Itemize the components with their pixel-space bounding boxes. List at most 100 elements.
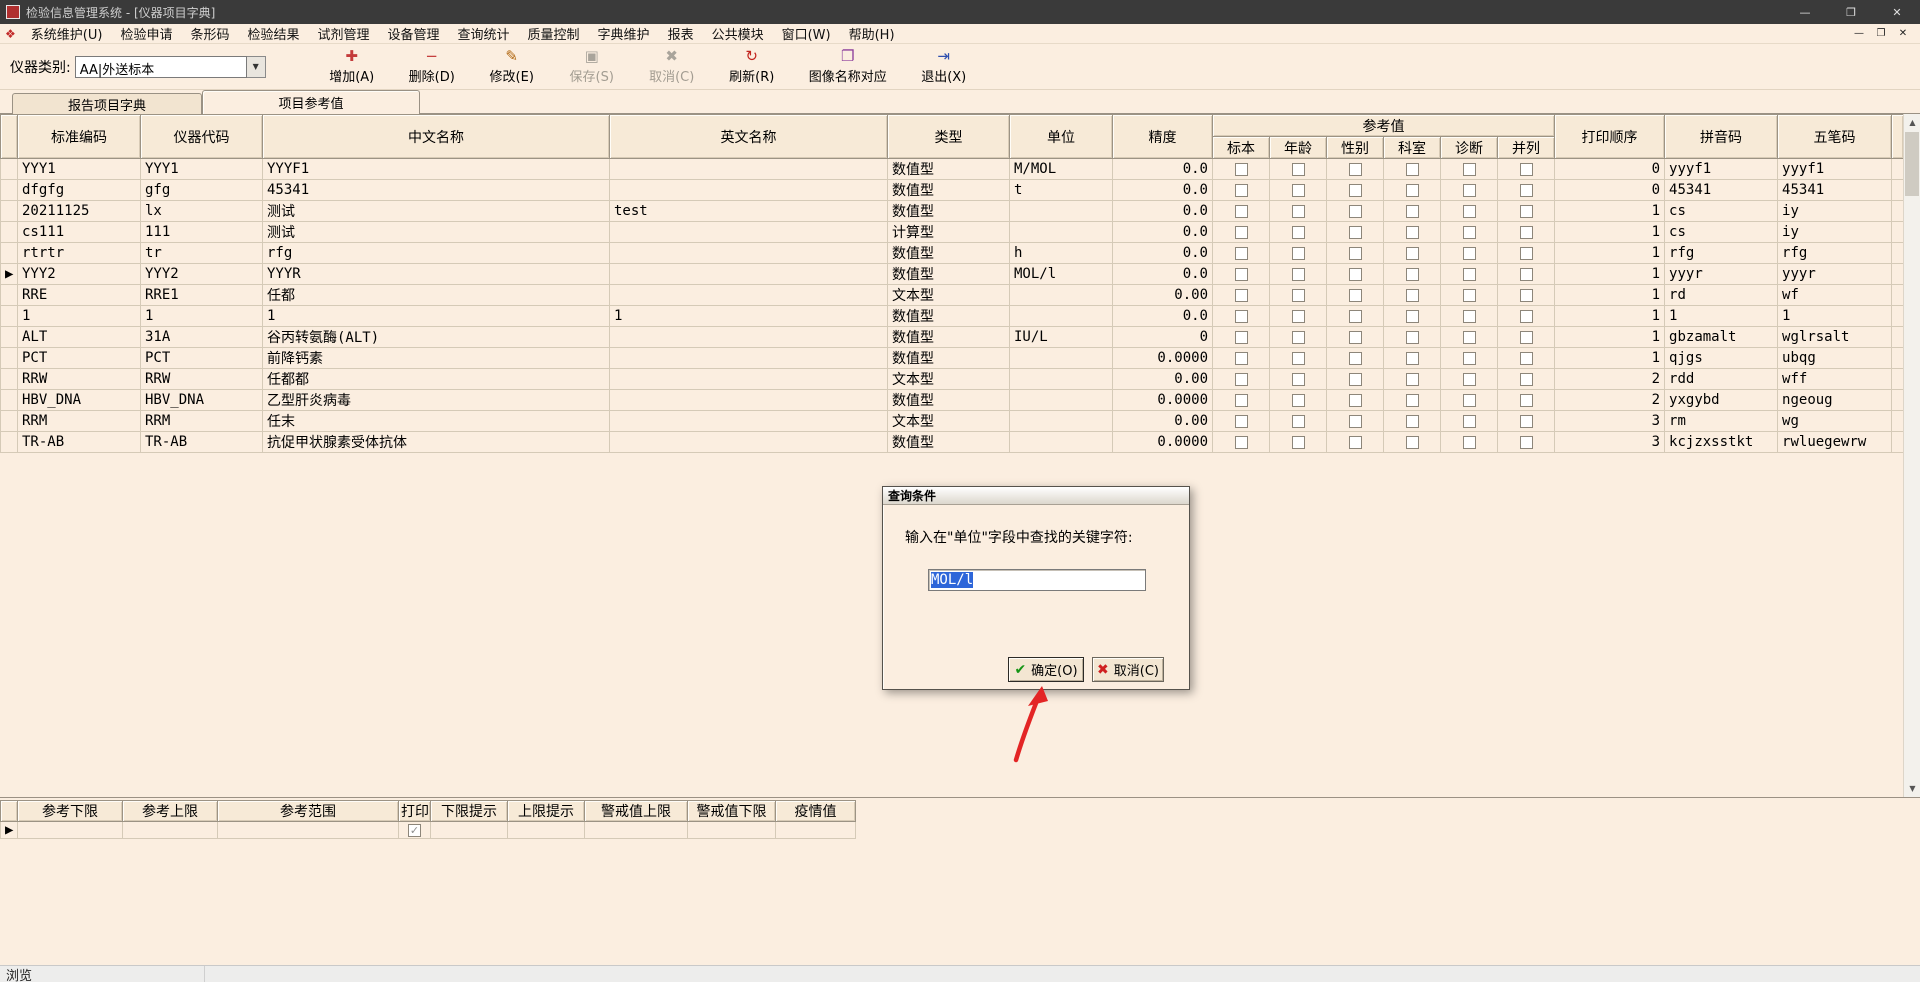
parallel-checkbox[interactable] <box>1519 330 1533 344</box>
department-checkbox[interactable] <box>1405 393 1419 407</box>
cell-unit[interactable] <box>1009 410 1113 432</box>
parallel-checkbox[interactable] <box>1519 183 1533 197</box>
tab-report-item-dictionary[interactable]: 报告项目字典 <box>12 93 202 114</box>
table-row[interactable]: YYY1 YYY1 YYYF1 数值型 M/MOL 0.0 0 yyyf1 yyyf1 <box>0 158 1905 180</box>
department-checkbox[interactable] <box>1405 267 1419 281</box>
cell-type[interactable]: 数值型 <box>887 200 1010 222</box>
parallel-checkbox[interactable] <box>1519 225 1533 239</box>
mdi-close-button[interactable]: ✕ <box>1892 26 1914 42</box>
cell-english-name[interactable] <box>609 431 888 453</box>
cell-alert-upper-limit[interactable] <box>584 821 688 839</box>
cell-unit[interactable] <box>1009 200 1113 222</box>
specimen-checkbox[interactable] <box>1234 288 1248 302</box>
cell-instrument-code[interactable]: YYY1 <box>140 158 263 180</box>
cell-standard-code[interactable]: dfgfg <box>17 179 141 201</box>
cell-english-name[interactable] <box>609 389 888 411</box>
vertical-scrollbar[interactable]: ▲ ▼ <box>1903 114 1920 797</box>
cell-english-name[interactable] <box>609 284 888 306</box>
sex-checkbox[interactable] <box>1348 393 1362 407</box>
department-checkbox[interactable] <box>1405 225 1419 239</box>
cell-unit[interactable] <box>1009 221 1113 243</box>
table-row[interactable]: 1 1 1 1 数值型 0.0 1 1 1 <box>0 305 1905 327</box>
cell-precision[interactable]: 0.0 <box>1112 200 1213 222</box>
cell-instrument-code[interactable]: PCT <box>140 347 263 369</box>
age-checkbox[interactable] <box>1291 225 1305 239</box>
sex-checkbox[interactable] <box>1348 204 1362 218</box>
cell-instrument-code[interactable]: RRM <box>140 410 263 432</box>
sex-checkbox[interactable] <box>1348 372 1362 386</box>
cell-pinyin-code[interactable]: rm <box>1664 410 1779 432</box>
cell-english-name[interactable] <box>609 263 888 285</box>
cell-wubi-code[interactable]: rfg <box>1777 242 1893 264</box>
sex-checkbox[interactable] <box>1348 183 1362 197</box>
cell-unit[interactable]: t <box>1009 179 1113 201</box>
cell-precision[interactable]: 0.0 <box>1112 263 1213 285</box>
specimen-checkbox[interactable] <box>1234 393 1248 407</box>
exit-button[interactable]: ⇥ 退出(X) <box>904 46 984 88</box>
cell-english-name[interactable] <box>609 326 888 348</box>
cell-type[interactable]: 数值型 <box>887 305 1010 327</box>
cell-precision[interactable]: 0.0 <box>1112 179 1213 201</box>
table-row[interactable]: RRW RRW 任都都 文本型 0.00 2 rdd wff <box>0 368 1905 390</box>
diagnosis-checkbox[interactable] <box>1462 288 1476 302</box>
cell-english-name[interactable] <box>609 368 888 390</box>
sex-checkbox[interactable] <box>1348 309 1362 323</box>
department-checkbox[interactable] <box>1405 330 1419 344</box>
cell-precision[interactable]: 0.0 <box>1112 242 1213 264</box>
table-row[interactable]: dfgfg gfg 45341 数值型 t 0.0 0 45341 45341 <box>0 179 1905 201</box>
cell-wubi-code[interactable]: yyyf1 <box>1777 158 1893 180</box>
cell-pinyin-code[interactable]: gbzamalt <box>1664 326 1779 348</box>
cell-standard-code[interactable]: RRM <box>17 410 141 432</box>
specimen-checkbox[interactable] <box>1234 246 1248 260</box>
cell-print-order[interactable]: 1 <box>1554 347 1666 369</box>
diagnosis-checkbox[interactable] <box>1462 225 1476 239</box>
age-checkbox[interactable] <box>1291 393 1305 407</box>
department-checkbox[interactable] <box>1405 288 1419 302</box>
cell-print-order[interactable]: 3 <box>1554 410 1666 432</box>
specimen-checkbox[interactable] <box>1234 435 1248 449</box>
cell-wubi-code[interactable]: 1 <box>1777 305 1893 327</box>
print-checkbox[interactable]: ✓ <box>408 823 421 837</box>
table-row[interactable]: RRE RRE1 任都 文本型 0.00 1rd wf <box>0 284 1905 306</box>
specimen-checkbox[interactable] <box>1234 225 1248 239</box>
cell-epidemic-value[interactable] <box>775 821 856 839</box>
cell-ref-range[interactable] <box>217 821 399 839</box>
cell-english-name[interactable] <box>609 158 888 180</box>
table-row[interactable]: rtrtr tr rfg 数值型 h 0.0 1 rfg rfg <box>0 242 1905 264</box>
sex-checkbox[interactable] <box>1348 330 1362 344</box>
cell-unit[interactable] <box>1009 347 1113 369</box>
cell-english-name[interactable] <box>609 179 888 201</box>
cell-ref-upper-limit[interactable] <box>122 821 218 839</box>
cell-instrument-code[interactable]: TR-AB <box>140 431 263 453</box>
cell-wubi-code[interactable]: wff <box>1777 368 1893 390</box>
cell-type[interactable]: 文本型 <box>887 284 1010 306</box>
table-row[interactable]: PCT PCT 前降钙素 数值型 0.0000 1 qjgs ubqg <box>0 347 1905 369</box>
scroll-up-button[interactable]: ▲ <box>1904 114 1920 131</box>
cell-wubi-code[interactable]: wglrsalt <box>1777 326 1893 348</box>
department-checkbox[interactable] <box>1405 204 1419 218</box>
cell-english-name[interactable]: 1 <box>609 305 888 327</box>
cell-precision[interactable]: 0.0000 <box>1112 347 1213 369</box>
cell-type[interactable]: 文本型 <box>887 368 1010 390</box>
cell-standard-code[interactable]: cs111 <box>17 221 141 243</box>
cell-ref-lower-limit[interactable] <box>17 821 123 839</box>
cell-standard-code[interactable]: TR-AB <box>17 431 141 453</box>
table-row[interactable]: ▶ YYY2 YYY2 YYYR 数值型 MOL/l 0.0 1 yyyr yyyr <box>0 263 1905 285</box>
cell-standard-code[interactable]: HBV_DNA <box>17 389 141 411</box>
parallel-checkbox[interactable] <box>1519 435 1533 449</box>
menu-item-9[interactable]: 字典维护 <box>589 24 659 43</box>
refresh-button[interactable]: ↻ 刷新(R) <box>712 46 792 88</box>
cell-unit[interactable]: MOL/l <box>1009 263 1113 285</box>
menu-item-12[interactable]: 窗口(W) <box>773 24 840 43</box>
table-row[interactable]: RRM RRM 任末 文本型 0.00 3 rm wg <box>0 410 1905 432</box>
cell-unit[interactable] <box>1009 431 1113 453</box>
specimen-checkbox[interactable] <box>1234 204 1248 218</box>
specimen-checkbox[interactable] <box>1234 372 1248 386</box>
menu-item-1[interactable]: 系统维护(U) <box>22 24 112 43</box>
cell-pinyin-code[interactable]: rfg <box>1664 242 1779 264</box>
scroll-down-button[interactable]: ▼ <box>1904 780 1920 797</box>
age-checkbox[interactable] <box>1291 330 1305 344</box>
cell-standard-code[interactable]: YYY1 <box>17 158 141 180</box>
cell-type[interactable]: 数值型 <box>887 263 1010 285</box>
cell-type[interactable]: 数值型 <box>887 431 1010 453</box>
